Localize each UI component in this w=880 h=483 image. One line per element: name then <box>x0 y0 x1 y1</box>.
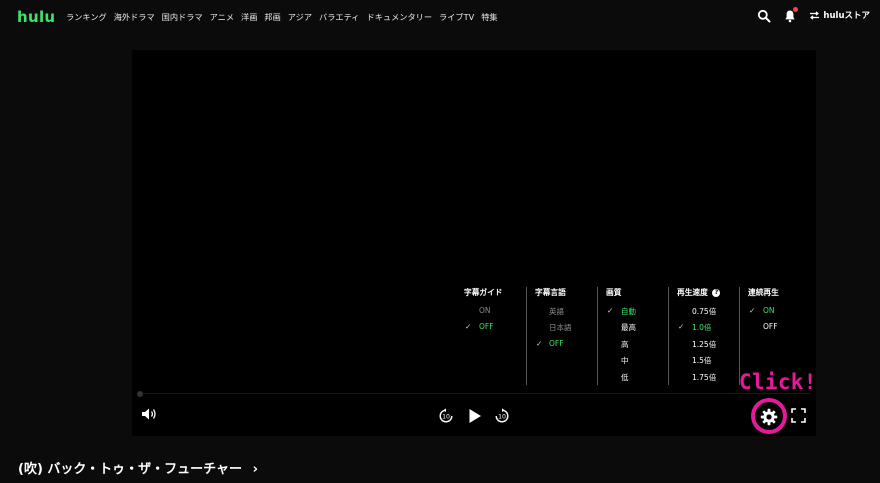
quality-highest-option[interactable]: 最高 <box>621 322 636 333</box>
check-icon: ✓ <box>536 339 543 348</box>
search-icon[interactable] <box>757 8 771 23</box>
nav-anime[interactable]: アニメ <box>210 11 234 23</box>
video-player[interactable]: 字幕ガイド ON ✓ OFF 字幕言語 英語 日本語 ✓ OFF 画質 ✓ 自動… <box>132 50 816 436</box>
quality-medium-option[interactable]: 中 <box>621 355 629 366</box>
help-icon[interactable]: ? <box>712 289 721 297</box>
playback-speed-column: 再生速度 ? 0.75倍 ✓ 1.0倍 1.25倍 1.5倍 1.75倍 <box>669 287 740 385</box>
quality-high-option[interactable]: 高 <box>621 339 629 350</box>
progress-bar[interactable] <box>138 393 810 394</box>
rewind-seconds-label: 10 <box>442 414 450 421</box>
nav-overseas-drama[interactable]: 海外ドラマ <box>114 11 155 23</box>
nav-western-film[interactable]: 洋画 <box>241 11 257 23</box>
click-annotation: Click! <box>739 370 817 394</box>
top-header: hulu ランキング 海外ドラマ 国内ドラマ アニメ 洋画 邦画 アジア バラエ… <box>0 0 880 32</box>
subtitle-japanese-option[interactable]: 日本語 <box>549 322 572 333</box>
main-nav: ランキング 海外ドラマ 国内ドラマ アニメ 洋画 邦画 アジア バラエティ ドキ… <box>66 11 498 23</box>
check-icon: ✓ <box>465 322 472 331</box>
nav-japanese-film[interactable]: 邦画 <box>264 11 280 23</box>
subtitle-guide-title: 字幕ガイド <box>464 288 503 297</box>
volume-icon[interactable] <box>141 406 157 425</box>
nav-live-tv[interactable]: ライブTV <box>439 11 474 23</box>
hulu-store-link[interactable]: huluストア <box>809 9 870 21</box>
speed-1-75-option[interactable]: 1.75倍 <box>692 372 716 383</box>
speed-1-0-option[interactable]: 1.0倍 <box>692 322 711 333</box>
header-actions: huluストア <box>757 7 870 23</box>
forward-seconds-label: 10 <box>498 414 506 421</box>
nav-asia[interactable]: アジア <box>288 11 312 23</box>
forward-icon: 10 <box>495 408 509 423</box>
subtitle-guide-column: 字幕ガイド ON ✓ OFF <box>454 287 527 385</box>
playback-speed-title: 再生速度 ? <box>677 287 721 298</box>
rewind-icon: 10 <box>439 408 453 423</box>
subtitle-language-title: 字幕言語 <box>535 288 566 297</box>
autoplay-off-option[interactable]: OFF <box>763 322 778 331</box>
play-button[interactable] <box>468 408 482 428</box>
play-icon <box>469 409 481 423</box>
nav-variety[interactable]: バラエティ <box>319 11 359 23</box>
subtitle-guide-off-option[interactable]: OFF <box>479 322 494 331</box>
subtitle-language-column: 字幕言語 英語 日本語 ✓ OFF <box>527 287 598 385</box>
video-title-link[interactable]: (吹) バック・トゥ・ザ・フューチャー › <box>18 458 258 477</box>
video-title: (吹) バック・トゥ・ザ・フューチャー <box>18 462 243 477</box>
nav-ranking[interactable]: ランキング <box>66 11 107 23</box>
quality-low-option[interactable]: 低 <box>621 372 629 383</box>
quality-column: 画質 ✓ 自動 最高 高 中 低 <box>598 287 669 385</box>
check-icon: ✓ <box>678 322 685 331</box>
chevron-right-icon: › <box>252 462 258 477</box>
quality-auto-option[interactable]: 自動 <box>621 306 636 317</box>
quality-title: 画質 <box>606 288 622 297</box>
playback-speed-title-text: 再生速度 <box>677 288 708 297</box>
speed-1-25-option[interactable]: 1.25倍 <box>692 339 716 350</box>
store-label: huluストア <box>823 11 870 21</box>
subtitle-english-option[interactable]: 英語 <box>549 306 564 317</box>
progress-handle[interactable] <box>137 391 143 397</box>
check-icon: ✓ <box>607 306 614 315</box>
nav-features[interactable]: 特集 <box>481 11 497 23</box>
swap-arrows-icon <box>810 10 820 20</box>
autoplay-title: 連続再生 <box>748 288 779 297</box>
nav-documentary[interactable]: ドキュメンタリー <box>367 11 433 23</box>
bell-icon[interactable] <box>783 7 799 23</box>
subtitle-off-option[interactable]: OFF <box>549 339 564 348</box>
notification-badge <box>793 7 799 12</box>
check-icon: ✓ <box>749 306 756 315</box>
nav-domestic-drama[interactable]: 国内ドラマ <box>162 11 203 23</box>
speed-1-5-option[interactable]: 1.5倍 <box>692 355 711 366</box>
hulu-logo[interactable]: hulu <box>17 8 55 26</box>
rewind-10-button[interactable]: 10 <box>438 408 454 428</box>
highlight-circle <box>751 398 787 434</box>
subtitle-guide-on-option[interactable]: ON <box>479 306 491 315</box>
forward-10-button[interactable]: 10 <box>494 408 510 428</box>
autoplay-on-option[interactable]: ON <box>763 306 775 315</box>
fullscreen-icon[interactable] <box>791 408 806 427</box>
speed-0-75-option[interactable]: 0.75倍 <box>692 306 716 317</box>
